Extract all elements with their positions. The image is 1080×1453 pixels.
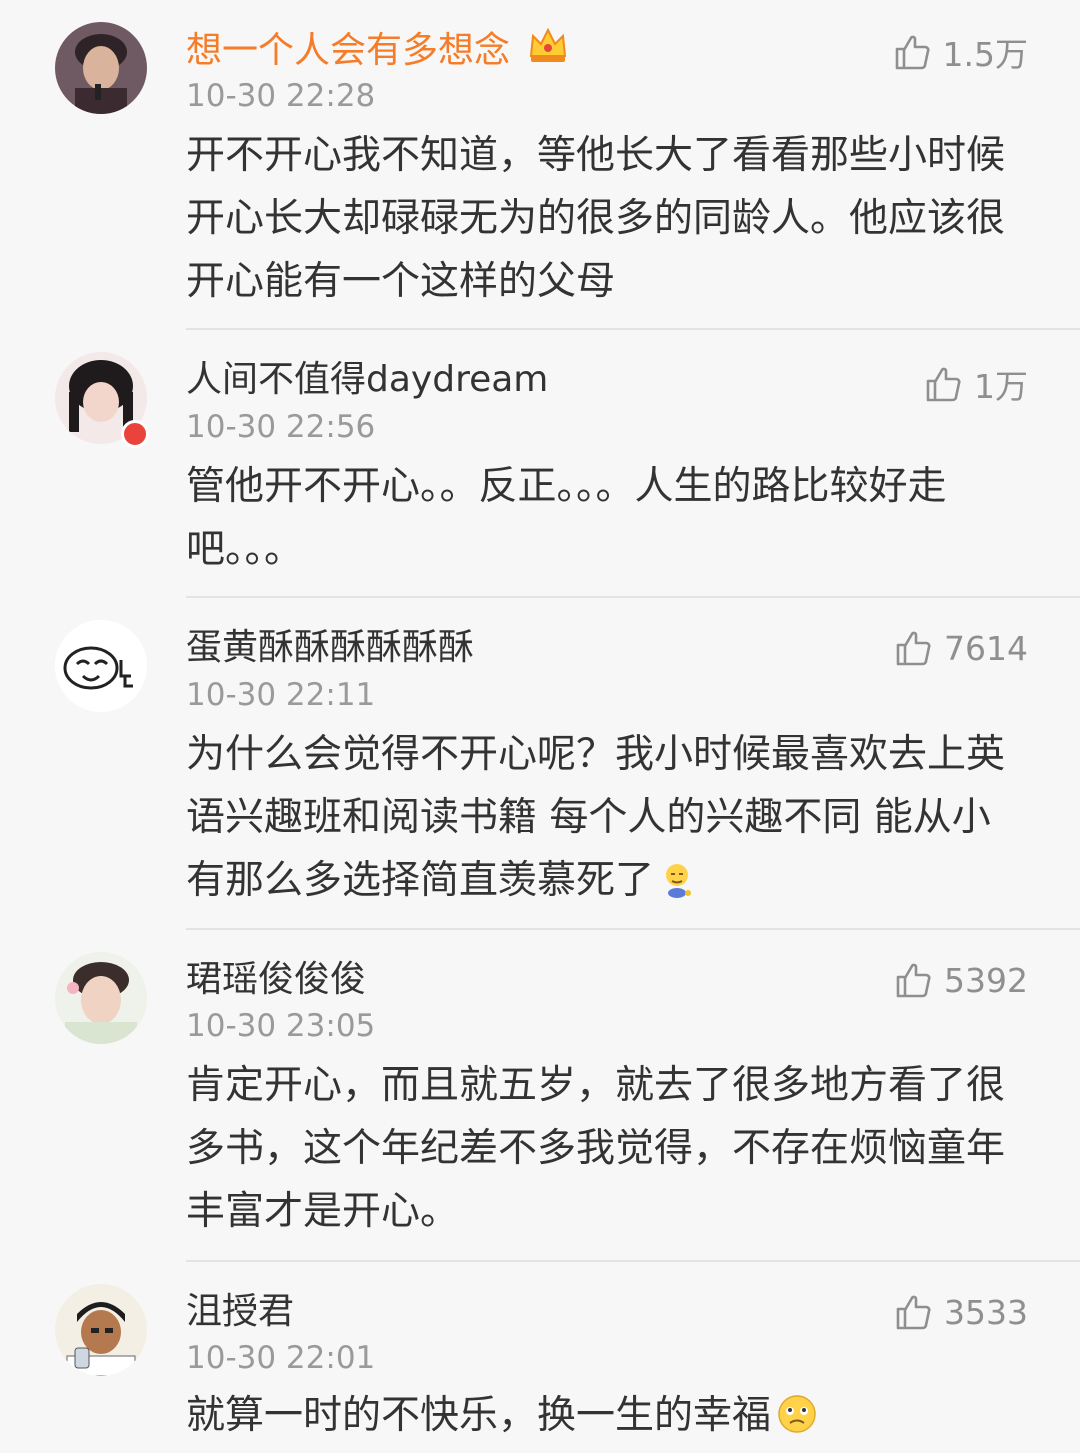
avatar[interactable] bbox=[55, 22, 147, 114]
thumbs-up-icon bbox=[924, 364, 964, 404]
thumbs-up-icon bbox=[893, 32, 933, 72]
sleepy-emoji-icon bbox=[660, 855, 694, 918]
username-text[interactable]: 想一个人会有多想念 bbox=[186, 30, 510, 71]
crown-icon bbox=[527, 26, 569, 77]
comment-item: 蛋黄酥酥酥酥酥酥 10-30 22:11 7614 为什么会觉得不开心呢？我小时… bbox=[0, 598, 1080, 930]
comment-item: 人间不值得daydream 10-30 22:56 1万 管他开不开心。。反正。… bbox=[0, 330, 1080, 598]
like-count: 7614 bbox=[944, 628, 1028, 668]
comment-body: 开不开心我不知道，等他长大了看看那些小时候开心长大却碌碌无为的很多的同龄人。他应… bbox=[186, 133, 1006, 304]
username[interactable]: 沮授君 bbox=[186, 1290, 294, 1334]
comment-item: 想一个人会有多想念 10-30 22:28 1.5万 开不开心我不知道，等他长大… bbox=[0, 0, 1080, 330]
thumbs-up-icon bbox=[894, 960, 934, 1000]
like-count: 1.5万 bbox=[942, 35, 1028, 74]
avatar[interactable] bbox=[55, 620, 147, 712]
timestamp: 10-30 22:56 bbox=[186, 409, 376, 445]
like-button[interactable]: 7614 bbox=[894, 628, 1028, 668]
thumbs-up-icon bbox=[894, 1292, 934, 1332]
verified-badge-icon bbox=[121, 420, 149, 448]
timestamp: 10-30 22:28 bbox=[186, 78, 376, 114]
like-button[interactable]: 3533 bbox=[894, 1292, 1028, 1332]
comment-body: 管他开不开心。。反正。。。人生的路比较好走吧。。。 bbox=[186, 464, 947, 572]
like-count: 1万 bbox=[974, 367, 1028, 406]
username[interactable]: 蛋黄酥酥酥酥酥酥 bbox=[186, 626, 474, 670]
like-count: 5392 bbox=[944, 960, 1028, 1000]
like-button[interactable]: 1.5万 bbox=[893, 28, 1028, 76]
username[interactable]: 珺瑶俊俊俊 bbox=[186, 958, 366, 1002]
timestamp: 10-30 23:05 bbox=[186, 1008, 376, 1044]
like-button[interactable]: 5392 bbox=[894, 960, 1028, 1000]
worried-emoji-icon bbox=[777, 1390, 817, 1453]
comment-item: 沮授君 10-30 22:01 3533 就算一时的不快乐，换一生的幸福 bbox=[0, 1262, 1080, 1442]
avatar[interactable] bbox=[55, 952, 147, 1044]
like-count: 3533 bbox=[944, 1292, 1028, 1332]
avatar[interactable] bbox=[55, 1284, 147, 1376]
comment-body: 就算一时的不快乐，换一生的幸福 bbox=[186, 1384, 1026, 1453]
timestamp: 10-30 22:01 bbox=[186, 1340, 376, 1376]
username[interactable]: 人间不值得daydream bbox=[186, 358, 548, 402]
comment-body-text: 为什么会觉得不开心呢？我小时候最喜欢去上英语兴趣班和阅读书籍 每个人的兴趣不同 … bbox=[186, 732, 1006, 903]
thumbs-up-icon bbox=[894, 628, 934, 668]
timestamp: 10-30 22:11 bbox=[186, 677, 376, 713]
like-button[interactable]: 1万 bbox=[924, 360, 1028, 408]
username[interactable]: 想一个人会有多想念 bbox=[186, 26, 569, 77]
comment-body-text: 就算一时的不快乐，换一生的幸福 bbox=[186, 1393, 772, 1438]
comment-body: 为什么会觉得不开心呢？我小时候最喜欢去上英语兴趣班和阅读书籍 每个人的兴趣不同 … bbox=[186, 723, 1026, 918]
comment-body: 肯定开心，而且就五岁，就去了很多地方看了很多书，这个年纪差不多我觉得，不存在烦恼… bbox=[186, 1063, 1006, 1234]
comment-item: 珺瑶俊俊俊 10-30 23:05 5392 肯定开心，而且就五岁，就去了很多地… bbox=[0, 930, 1080, 1262]
